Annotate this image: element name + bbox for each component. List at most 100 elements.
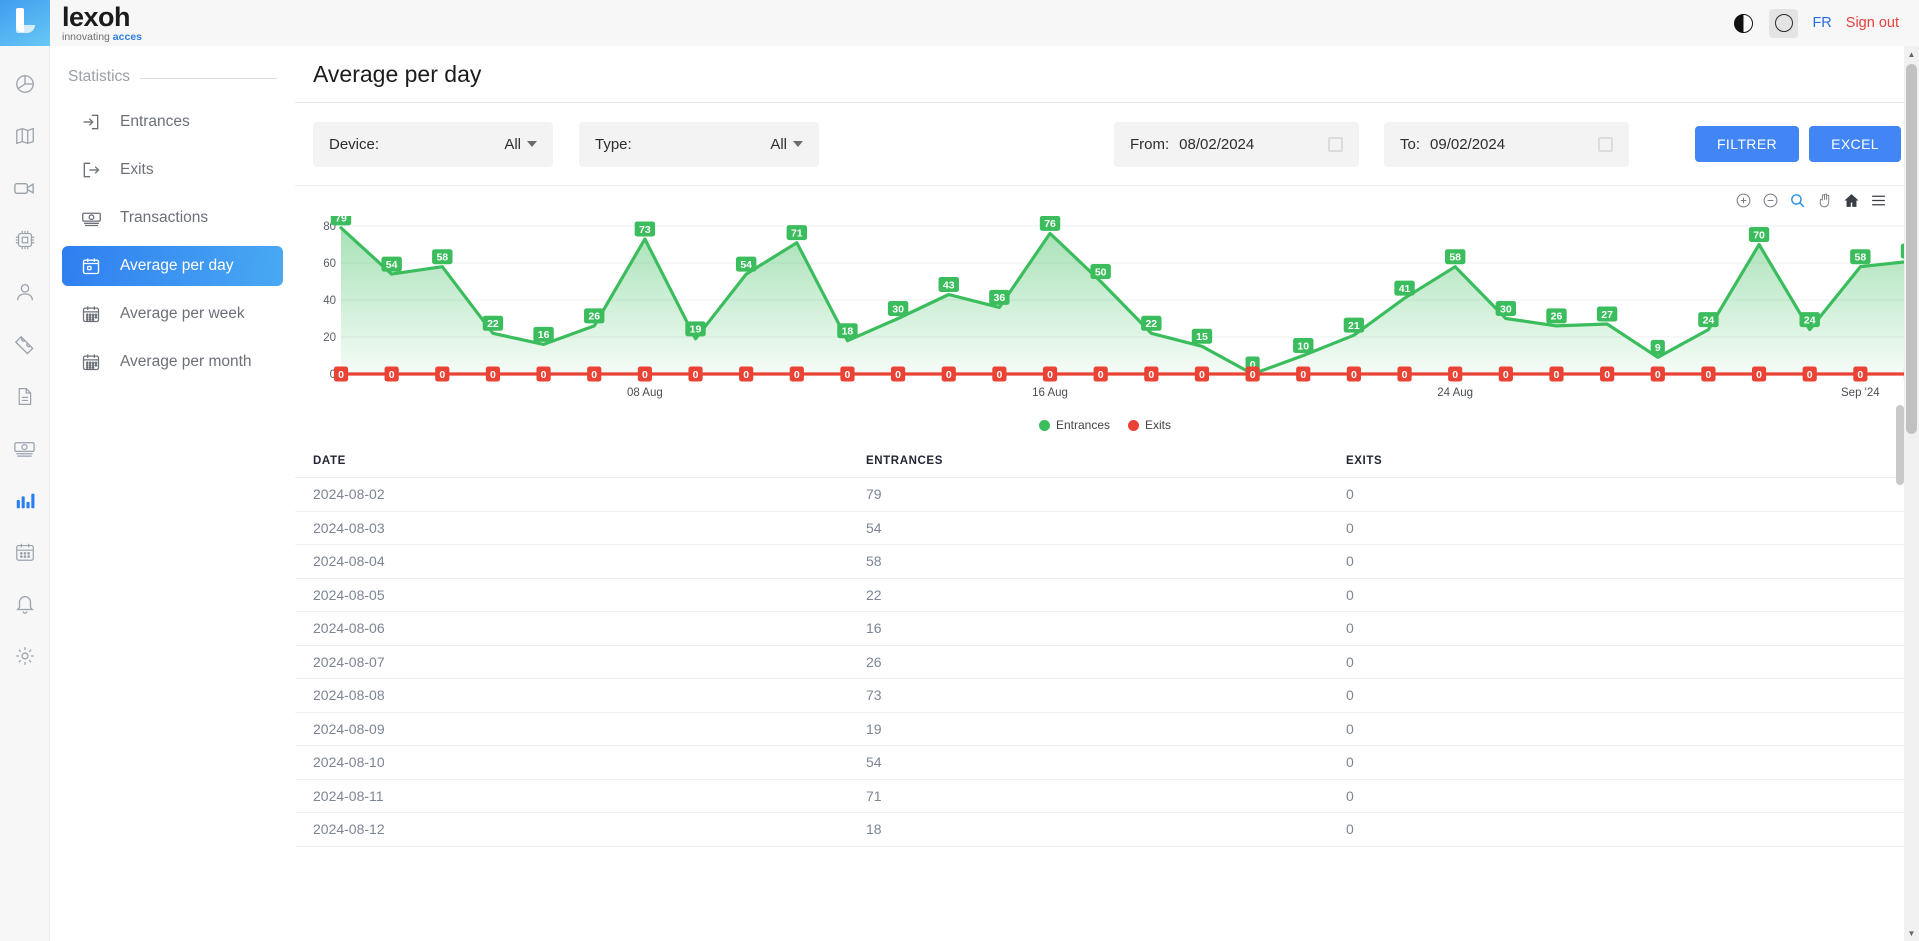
legend-label: Exits: [1145, 418, 1172, 432]
rail-item-map[interactable]: [0, 110, 50, 162]
svg-text:54: 54: [386, 259, 398, 271]
from-date-label: From:: [1130, 135, 1170, 153]
brand-tagline-plain: innovating: [62, 30, 113, 43]
calendar-icon: [15, 543, 34, 561]
svg-text:24 Aug: 24 Aug: [1437, 387, 1473, 399]
cell-entrances: 71: [866, 787, 882, 804]
page-scrollbar[interactable]: ▲ ▼: [1904, 46, 1919, 941]
table-row[interactable]: 2024-08-06 16 0: [295, 612, 1919, 646]
cell-date: 2024-08-12: [313, 821, 385, 838]
rail-item-document[interactable]: [0, 370, 50, 422]
table-row[interactable]: 2024-08-02 79 0: [295, 478, 1919, 512]
sign-out-link[interactable]: Sign out: [1846, 15, 1899, 31]
column-header-entrances: ENTRANCES: [866, 454, 943, 467]
cell-exits: 0: [1346, 720, 1354, 737]
cell-entrances: 18: [866, 821, 882, 838]
svg-text:26: 26: [1551, 311, 1563, 323]
table-row[interactable]: 2024-08-08 73 0: [295, 679, 1919, 713]
page-header: Average per day: [295, 46, 1919, 103]
rail-item-user[interactable]: [0, 266, 50, 318]
table-row[interactable]: 2024-08-10 54 0: [295, 746, 1919, 780]
panning-icon[interactable]: [1816, 192, 1833, 209]
svg-text:40: 40: [323, 295, 336, 307]
rail-item-bar-chart[interactable]: [0, 474, 50, 526]
cell-entrances: 58: [866, 553, 882, 570]
legend-item-exits[interactable]: Exits: [1128, 418, 1171, 432]
sidebar-item-average-per-month[interactable]: Average per month: [62, 342, 283, 382]
reset-home-icon[interactable]: [1843, 192, 1860, 209]
chart-toolbar: [1735, 192, 1887, 209]
calendar-picker-icon[interactable]: [1328, 136, 1343, 152]
menu-icon[interactable]: [1870, 192, 1887, 209]
from-date-input[interactable]: From: 08/02/2024: [1114, 121, 1359, 167]
cell-date: 2024-08-03: [313, 519, 385, 536]
rail-item-chip[interactable]: [0, 214, 50, 266]
to-date-input[interactable]: To: 09/02/2024: [1384, 121, 1629, 167]
zoom-in-icon[interactable]: [1735, 192, 1752, 209]
cell-entrances: 26: [866, 653, 882, 670]
svg-text:0: 0: [1604, 369, 1610, 381]
sidebar-item-exits[interactable]: Exits: [62, 150, 283, 190]
sidebar-item-entrances[interactable]: Entrances: [62, 102, 283, 142]
scrollbar-thumb[interactable]: [1906, 64, 1917, 434]
svg-text:0: 0: [1554, 369, 1560, 381]
svg-text:16: 16: [538, 329, 550, 341]
table-row[interactable]: 2024-08-11 71 0: [295, 780, 1919, 813]
bell-icon: [15, 596, 34, 614]
svg-text:0: 0: [1300, 369, 1306, 381]
rail-item-settings[interactable]: [0, 630, 50, 682]
rail-item-pie-chart[interactable]: [0, 58, 50, 110]
rail-item-calendar[interactable]: [0, 526, 50, 578]
svg-text:9: 9: [1655, 342, 1661, 354]
table-row[interactable]: 2024-08-12 18 0: [295, 813, 1919, 847]
circle-outline-icon[interactable]: [1769, 8, 1799, 38]
calendar-picker-icon[interactable]: [1598, 136, 1613, 152]
sidebar-item-average-per-day[interactable]: Average per day: [62, 246, 283, 286]
svg-text:0: 0: [1047, 369, 1053, 381]
sidebar-item-transactions[interactable]: Transactions: [62, 198, 283, 238]
cell-entrances: 16: [866, 620, 882, 637]
svg-text:58: 58: [1855, 252, 1867, 264]
inner-scroll-thumb[interactable]: [1896, 405, 1904, 485]
contrast-toggle-icon[interactable]: [1731, 11, 1755, 35]
icon-rail: [0, 46, 50, 941]
table-row[interactable]: 2024-08-04 58 0: [295, 545, 1919, 579]
sidebar-item-average-per-week[interactable]: Average per week: [62, 294, 283, 334]
device-filter-dropdown[interactable]: Device: All: [313, 121, 553, 167]
sidebar-nav: Statistics Entrances Exits Transactions …: [50, 46, 295, 941]
rail-item-money[interactable]: [0, 422, 50, 474]
rail-item-video[interactable]: [0, 162, 50, 214]
filter-button[interactable]: FILTRER: [1694, 126, 1800, 162]
svg-text:22: 22: [487, 318, 499, 330]
svg-text:15: 15: [1196, 331, 1208, 343]
chart-legend: Entrances Exits: [309, 418, 1901, 432]
type-filter-dropdown[interactable]: Type: All: [579, 121, 819, 167]
cell-date: 2024-08-08: [313, 687, 385, 704]
excel-export-button[interactable]: EXCEL: [1809, 126, 1901, 162]
table-row[interactable]: 2024-08-03 54 0: [295, 512, 1919, 545]
cell-exits: 0: [1346, 553, 1354, 570]
cell-entrances: 22: [866, 586, 882, 603]
selection-zoom-icon[interactable]: [1789, 192, 1806, 209]
user-icon: [16, 284, 33, 301]
table-row[interactable]: 2024-08-09 19 0: [295, 713, 1919, 746]
language-switch-link[interactable]: FR: [1812, 15, 1831, 31]
rail-item-ticket[interactable]: [0, 318, 50, 370]
type-filter-value: All: [770, 135, 787, 153]
scroll-up-arrow[interactable]: ▲: [1904, 46, 1919, 62]
svg-text:20: 20: [323, 332, 336, 344]
header-actions: FR Sign out: [1731, 0, 1919, 46]
table-row[interactable]: 2024-08-07 26 0: [295, 646, 1919, 679]
rail-item-bell[interactable]: [0, 578, 50, 630]
legend-item-entrances[interactable]: Entrances: [1038, 418, 1110, 432]
table-row[interactable]: 2024-08-05 22 0: [295, 579, 1919, 612]
zoom-out-icon[interactable]: [1762, 192, 1779, 209]
main-content: Average per day Device: All Type: All Fr…: [295, 46, 1919, 941]
scroll-down-arrow[interactable]: ▼: [1904, 925, 1919, 941]
svg-text:0: 0: [693, 369, 699, 381]
app-logo-tile[interactable]: [0, 0, 50, 46]
svg-text:60: 60: [323, 258, 336, 270]
svg-text:18: 18: [842, 326, 854, 338]
cell-exits: 0: [1346, 653, 1354, 670]
entrances-exits-line-chart[interactable]: 0 20 40 60 80 79 54 58 22 16 26 73 19 54 71 18 30 43 36 76 5…: [313, 216, 1917, 412]
